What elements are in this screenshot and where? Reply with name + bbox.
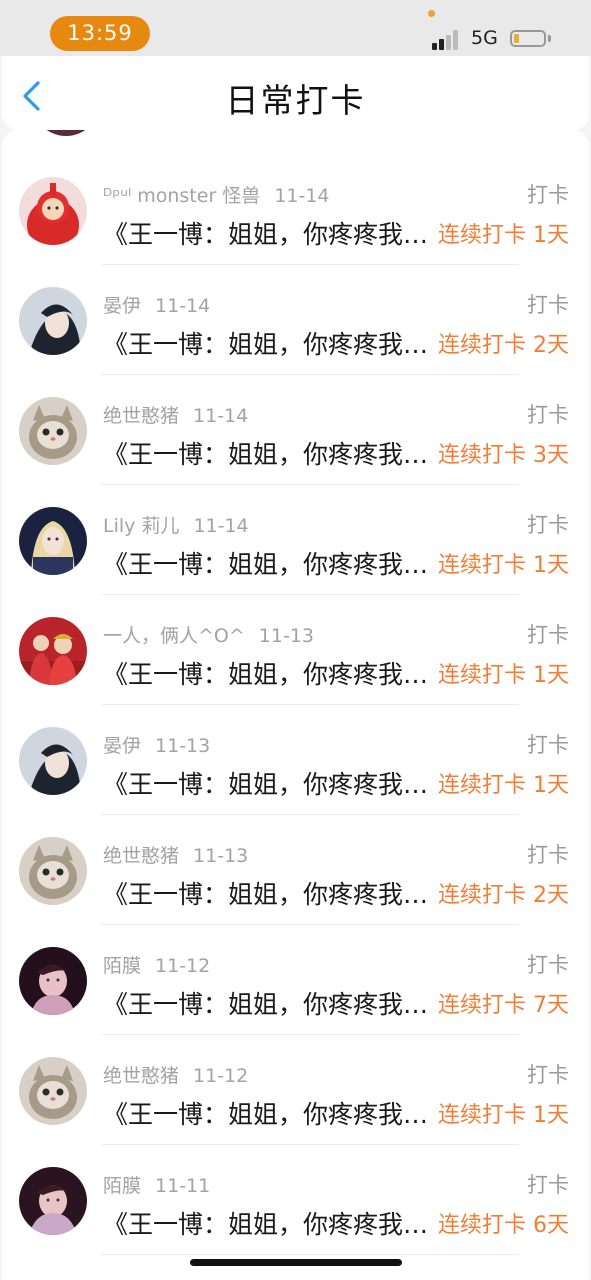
page-title: 日常打卡 (225, 81, 366, 120)
checkin-list[interactable]: ᴰᵖᵘˡ monster 怪兽 11-14 打卡 《王一博：姐姐，你疼疼我… 连续… (2, 130, 589, 1280)
avatar[interactable] (19, 947, 87, 1015)
checkin-tag: 打卡 (527, 843, 569, 867)
meta-line: 绝世憨猪 11-12 (103, 1061, 248, 1088)
date: 11-13 (258, 625, 315, 647)
username[interactable]: 绝世憨猪 (103, 405, 179, 427)
username[interactable]: ᴰᵖᵘˡ monster 怪兽 (103, 185, 260, 207)
date: 11-12 (155, 955, 211, 977)
date: 11-14 (193, 515, 249, 537)
date: 11-13 (155, 735, 211, 757)
record-content[interactable]: 《王一博：姐姐，你疼疼我… (103, 1205, 440, 1241)
list-item[interactable]: 晏伊 11-13 打卡 《王一博：姐姐，你疼疼我… 连续打卡 1天 (2, 705, 589, 815)
avatar[interactable] (19, 177, 87, 245)
list-item[interactable]: 绝世憨猪 11-14 打卡 《王一博：姐姐，你疼疼我… 连续打卡 3天 (2, 375, 589, 485)
list-item[interactable]: Lily 莉儿 11-14 打卡 《王一博：姐姐，你疼疼我… 连续打卡 1天 (2, 485, 589, 595)
meta-line: 一人，俩人^O^ 11-13 (103, 621, 314, 648)
date: 11-14 (193, 405, 249, 427)
record-content[interactable]: 《王一博：姐姐，你疼疼我… (103, 655, 440, 691)
avatar[interactable] (19, 1057, 87, 1125)
status-bar: 13:59 5G (0, 0, 591, 56)
meta-line: 晏伊 11-14 (103, 291, 210, 318)
meta-line: Lily 莉儿 11-14 (103, 511, 249, 538)
record-content[interactable]: 《王一博：姐姐，你疼疼我… (103, 1095, 440, 1131)
record-content[interactable]: 《王一博：姐姐，你疼疼我… (103, 765, 440, 801)
meta-line: 陌膜 11-11 (103, 1171, 210, 1198)
record-content[interactable]: 《王一博：姐姐，你疼疼我… (103, 545, 440, 581)
streak-label: 连续打卡 1天 (438, 773, 569, 798)
avatar (32, 130, 100, 136)
date: 11-12 (193, 1065, 249, 1087)
checkin-tag: 打卡 (527, 953, 569, 977)
record-content[interactable]: 《王一博：姐姐，你疼疼我… (103, 215, 440, 251)
streak-label: 连续打卡 2天 (438, 333, 569, 358)
date: 11-11 (155, 1175, 211, 1197)
status-time: 13:59 (50, 16, 150, 51)
username[interactable]: 绝世憨猪 (103, 1065, 179, 1087)
list-item[interactable]: 陌膜 11-12 打卡 《王一博：姐姐，你疼疼我… 连续打卡 7天 (2, 925, 589, 1035)
meta-line: 陌膜 11-12 (103, 951, 210, 978)
checkin-tag: 打卡 (527, 623, 569, 647)
streak-label: 连续打卡 6天 (438, 1213, 569, 1238)
list-item[interactable]: 绝世憨猪 11-13 打卡 《王一博：姐姐，你疼疼我… 连续打卡 2天 (2, 815, 589, 925)
meta-line: 绝世憨猪 11-14 (103, 401, 248, 428)
avatar[interactable] (19, 837, 87, 905)
streak-label: 连续打卡 3天 (438, 443, 569, 468)
streak-label: 连续打卡 1天 (438, 1103, 569, 1128)
username[interactable]: 晏伊 (103, 295, 141, 317)
record-content[interactable]: 《王一博：姐姐，你疼疼我… (103, 325, 440, 361)
checkin-tag: 打卡 (527, 733, 569, 757)
username[interactable]: 晏伊 (103, 735, 141, 757)
list-item[interactable]: 一人，俩人^O^ 11-13 打卡 《王一博：姐姐，你疼疼我… 连续打卡 1天 (2, 595, 589, 705)
avatar[interactable] (19, 507, 87, 575)
streak-label: 连续打卡 1天 (438, 223, 569, 248)
battery-cap (548, 35, 551, 42)
divider (102, 1254, 519, 1255)
meta-line: ᴰᵖᵘˡ monster 怪兽 11-14 (103, 181, 330, 208)
checkin-tag: 打卡 (527, 403, 569, 427)
username[interactable]: 绝世憨猪 (103, 845, 179, 867)
record-content[interactable]: 《王一博：姐姐，你疼疼我… (103, 985, 440, 1021)
checkin-tag: 打卡 (527, 513, 569, 537)
avatar[interactable] (19, 727, 87, 795)
privacy-indicator-dot (428, 10, 435, 17)
avatar[interactable] (19, 1167, 87, 1235)
username[interactable]: Lily 莉儿 (103, 515, 179, 537)
list-item[interactable]: ᴰᵖᵘˡ monster 怪兽 11-14 打卡 《王一博：姐姐，你疼疼我… 连续… (2, 155, 589, 265)
avatar[interactable] (19, 397, 87, 465)
checkin-tag: 打卡 (527, 1173, 569, 1197)
checkin-tag: 打卡 (527, 1063, 569, 1087)
nav-header: 日常打卡 (2, 56, 589, 130)
streak-label: 连续打卡 2天 (438, 883, 569, 908)
streak-label: 连续打卡 1天 (438, 663, 569, 688)
streak-label: 连续打卡 1天 (438, 553, 569, 578)
username[interactable]: 陌膜 (103, 955, 141, 977)
signal-icon (432, 30, 462, 50)
list-item[interactable]: 陌膜 11-11 打卡 《王一博：姐姐，你疼疼我… 连续打卡 6天 (2, 1145, 589, 1255)
list-item[interactable]: 晏伊 11-14 打卡 《王一博：姐姐，你疼疼我… 连续打卡 2天 (2, 265, 589, 375)
battery-icon (510, 30, 546, 47)
checkin-tag: 打卡 (527, 293, 569, 317)
avatar[interactable] (19, 617, 87, 685)
record-content[interactable]: 《王一博：姐姐，你疼疼我… (103, 875, 440, 911)
home-indicator[interactable] (190, 1259, 402, 1266)
avatar[interactable] (19, 287, 87, 355)
checkin-tag: 打卡 (527, 183, 569, 207)
date: 11-14 (274, 185, 330, 207)
record-content[interactable]: 《王一博：姐姐，你疼疼我… (103, 435, 440, 471)
list-item[interactable]: 绝世憨猪 11-12 打卡 《王一博：姐姐，你疼疼我… 连续打卡 1天 (2, 1035, 589, 1145)
username[interactable]: 陌膜 (103, 1175, 141, 1197)
date: 11-13 (193, 845, 249, 867)
streak-label: 连续打卡 7天 (438, 993, 569, 1018)
meta-line: 绝世憨猪 11-13 (103, 841, 248, 868)
date: 11-14 (155, 295, 211, 317)
meta-line: 晏伊 11-13 (103, 731, 210, 758)
network-type: 5G (471, 27, 498, 49)
username[interactable]: 一人，俩人^O^ (103, 625, 245, 647)
